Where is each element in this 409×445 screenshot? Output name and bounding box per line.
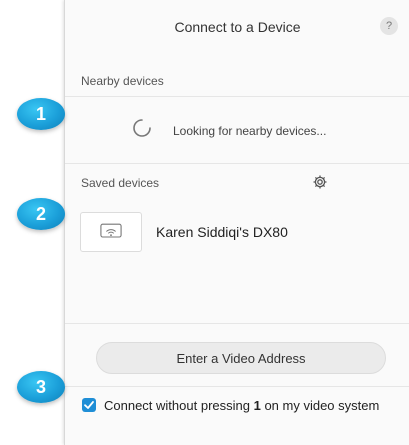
device-thumbnail[interactable]	[80, 212, 142, 252]
divider	[65, 386, 409, 387]
gear-icon[interactable]	[312, 174, 328, 190]
nearby-status-text: Looking for nearby devices...	[173, 124, 327, 138]
saved-devices-header: Saved devices	[81, 176, 160, 190]
loading-spinner-icon	[133, 119, 151, 137]
divider	[65, 323, 409, 324]
connect-without-pressing-checkbox[interactable]	[82, 398, 96, 412]
help-button[interactable]: ?	[380, 17, 398, 35]
checkbox-label[interactable]: Connect without pressing 1 on my video s…	[104, 397, 384, 414]
divider	[65, 163, 409, 164]
divider	[65, 96, 409, 97]
callout-badge-2: 2	[17, 198, 65, 230]
nearby-devices-header: Nearby devices	[81, 74, 164, 88]
callout-badge-3: 3	[17, 371, 65, 403]
dialog-title: Connect to a Device	[174, 19, 301, 35]
callout-badge-1: 1	[17, 98, 65, 130]
device-name[interactable]: Karen Siddiqi's DX80	[156, 224, 288, 240]
checkmark-icon	[84, 401, 94, 409]
enter-video-address-button[interactable]: Enter a Video Address	[96, 342, 386, 374]
wifi-screen-icon	[100, 223, 122, 238]
